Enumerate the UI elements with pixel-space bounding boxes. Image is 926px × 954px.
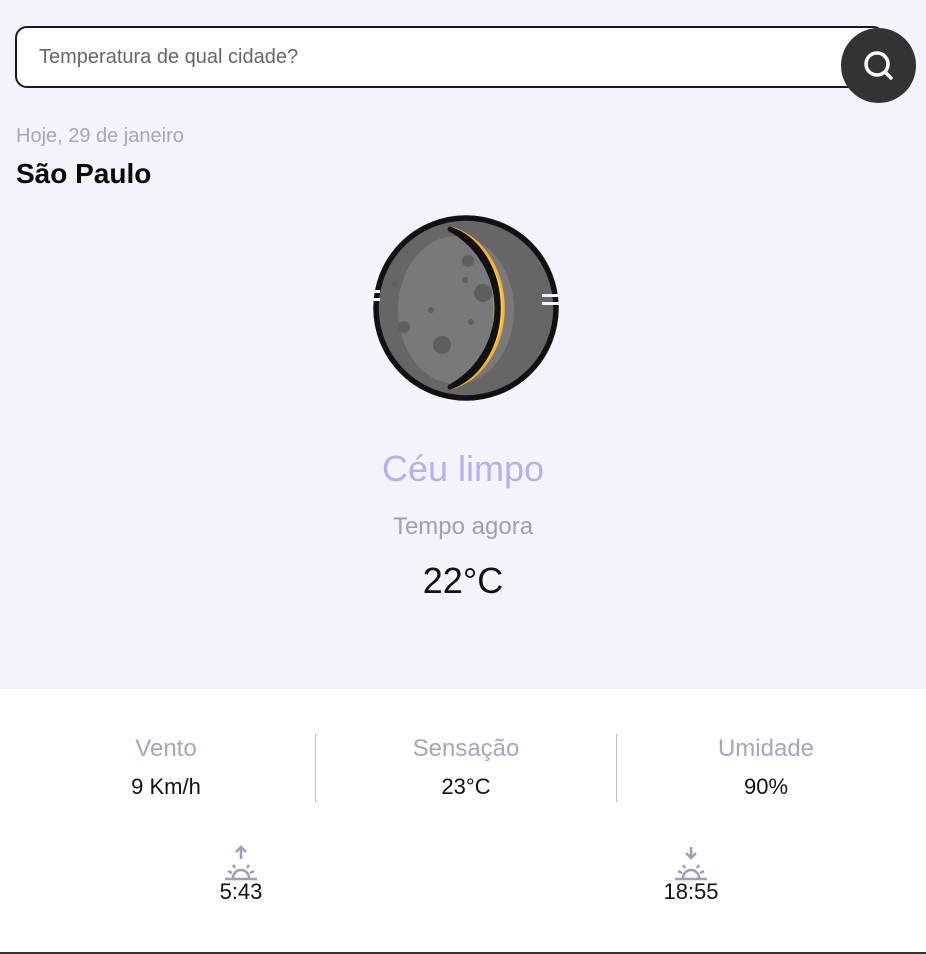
search-input[interactable] <box>39 28 839 86</box>
current-weather-label: Tempo agora <box>392 513 534 540</box>
stat-feels-like: Sensação 23°C <box>316 734 616 800</box>
sunset-time: 18:55 <box>663 879 719 904</box>
current-temperature: 22°C <box>422 560 504 601</box>
city-name: São Paulo <box>16 158 152 189</box>
sunrise-time: 5:43 <box>219 879 263 904</box>
sunrise: 5:43 <box>181 845 301 905</box>
weather-panel: Hoje, 29 de janeiro São Paulo Céu limpo … <box>0 0 926 689</box>
stat-label: Sensação <box>412 735 520 762</box>
weather-condition: Céu limpo <box>381 448 545 489</box>
stat-value: 23°C <box>441 774 491 799</box>
sunset: 18:55 <box>631 845 751 905</box>
current-date: Hoje, 29 de janeiro <box>16 125 184 147</box>
stat-value: 9 Km/h <box>131 774 201 799</box>
stat-humidity: Umidade 90% <box>616 734 916 800</box>
stat-value: 90% <box>743 774 789 799</box>
sunset-icon <box>675 847 707 881</box>
sunrise-icon <box>225 845 257 881</box>
stat-label: Vento <box>135 735 197 762</box>
search-bar <box>15 26 885 88</box>
search-icon <box>863 50 893 80</box>
crescent-moon-icon <box>370 215 562 401</box>
stat-label: Umidade <box>717 735 815 762</box>
search-button[interactable] <box>841 28 916 103</box>
stat-wind: Vento 9 Km/h <box>16 734 316 800</box>
